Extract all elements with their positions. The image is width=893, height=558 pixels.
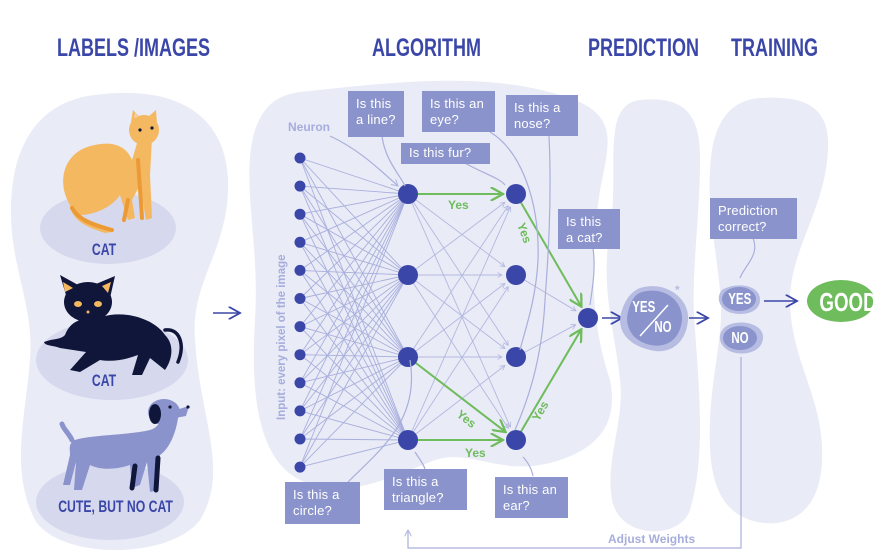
question-line: Is this a line? [348, 91, 404, 137]
neuron-label: Neuron [288, 120, 330, 134]
question-ear: Is this an ear? [495, 477, 568, 518]
input-neuron [294, 321, 306, 333]
yes-label-4: Yes [465, 446, 486, 460]
label-dog: CUTE, BUT NO CAT [58, 497, 173, 516]
label-black-cat: CAT [91, 371, 117, 390]
hidden-neuron-layer2 [506, 347, 526, 367]
input-neuron [294, 433, 306, 445]
input-neuron [294, 152, 306, 164]
input-label: Input: every pixel of the image [276, 254, 288, 420]
hidden-neuron-layer2 [506, 265, 526, 285]
good-label: GOOD [819, 287, 877, 317]
hidden-neuron-layer1 [398, 265, 418, 285]
input-neuron [294, 405, 306, 417]
input-neuron [294, 461, 306, 473]
question-nose: Is this a nose? [506, 95, 578, 136]
algorithm-panel [249, 80, 612, 489]
question-eye: Is this an eye? [422, 91, 495, 132]
question-fur: Is this fur? [401, 143, 490, 164]
adjust-weights-label: Adjust Weights [608, 532, 696, 546]
hidden-neuron-layer1 [398, 347, 418, 367]
training-no: NO [731, 330, 749, 347]
question-cat: Is this a cat? [558, 209, 620, 249]
yes-label-1: Yes [448, 198, 469, 212]
hidden-neuron-layer2 [506, 430, 526, 450]
input-neuron [294, 377, 306, 389]
prediction-asterisk: * [675, 283, 680, 297]
label-orange-cat: CAT [91, 240, 117, 259]
hidden-neuron-layer1 [398, 184, 418, 204]
question-triangle: Is this a triangle? [384, 469, 467, 510]
input-neuron [294, 264, 306, 276]
hidden-neuron-layer1 [398, 430, 418, 450]
question-circle: Is this a circle? [285, 482, 360, 524]
question-prediction-correct: Prediction correct? [710, 198, 797, 239]
prediction-no: NO [654, 319, 672, 336]
input-neuron [294, 293, 306, 304]
input-neuron [294, 236, 306, 248]
output-neuron [578, 308, 598, 328]
training-yes: YES [728, 291, 752, 308]
hidden-neuron-layer2 [506, 184, 526, 204]
input-neuron [294, 180, 306, 192]
prediction-yes: YES [632, 299, 656, 316]
input-neuron [294, 208, 306, 220]
input-neuron [294, 349, 306, 361]
